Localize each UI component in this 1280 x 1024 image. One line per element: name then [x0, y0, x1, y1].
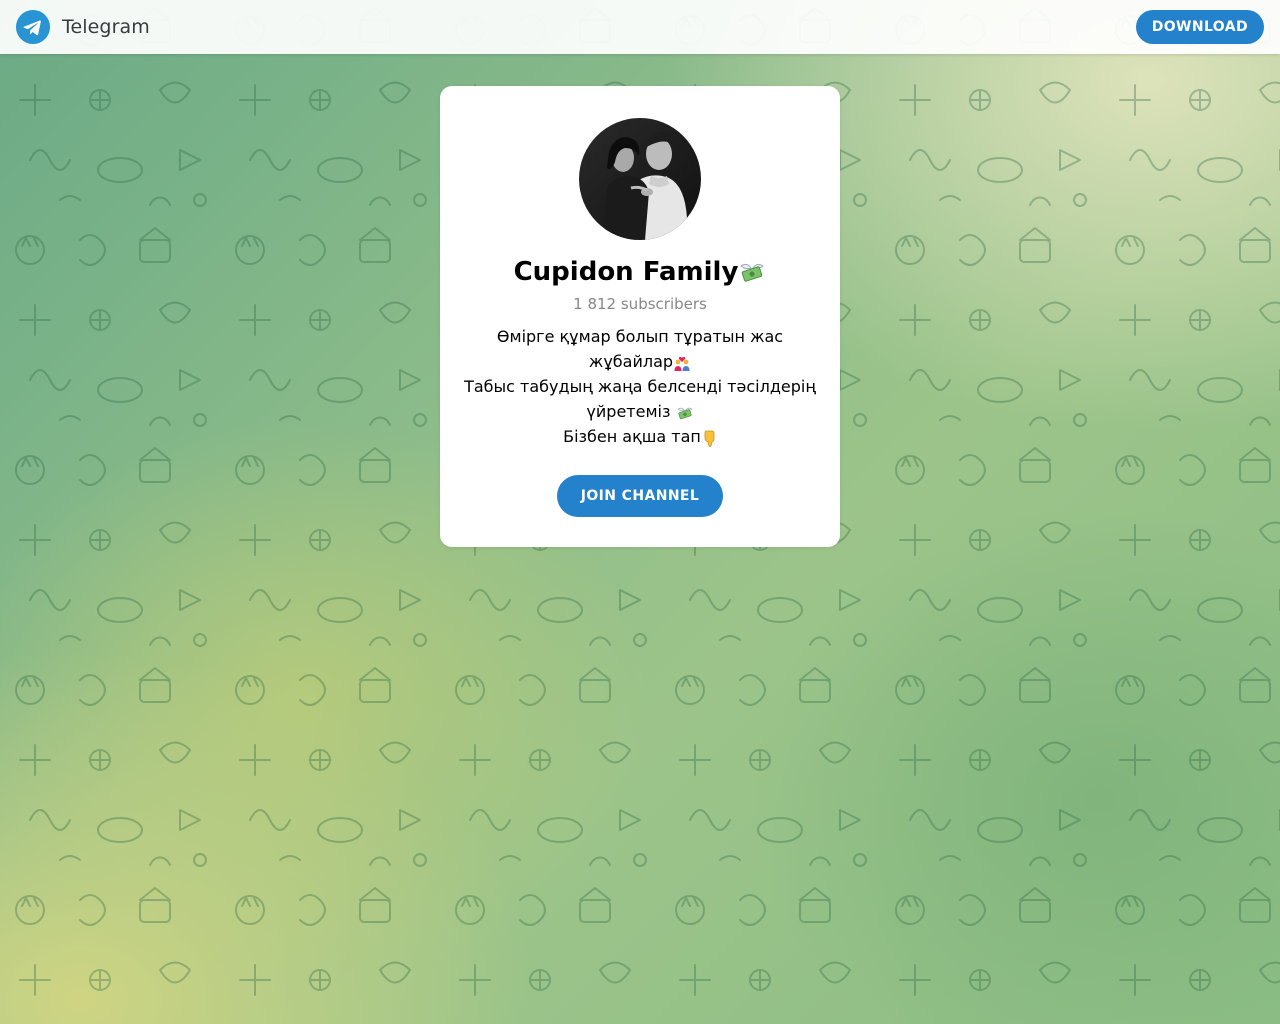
money-with-wings-icon: [740, 263, 765, 282]
telegram-plane-icon: [16, 10, 50, 44]
description-line-2: жұбайлар: [460, 349, 820, 374]
money-with-wings-icon: [676, 407, 693, 419]
couple-with-heart-icon: [674, 356, 690, 371]
channel-title-text: Cupidon Family: [513, 257, 739, 287]
telegram-logo[interactable]: Telegram: [16, 10, 150, 44]
subscriber-count: 1 812 subscribers: [573, 295, 707, 313]
channel-avatar: [579, 118, 701, 240]
pointing-down-icon: [704, 430, 715, 447]
description-line-5: Бізбен ақша тап: [460, 424, 820, 449]
description-line-3: Табыс табудың жаңа белсенді тәсілдерің: [464, 377, 816, 396]
join-channel-button[interactable]: JOIN CHANNEL: [556, 475, 724, 517]
channel-title: Cupidon Family: [440, 256, 840, 288]
description-line-2-text: жұбайлар: [588, 352, 674, 371]
description-line-4: үйретеміз: [460, 399, 820, 424]
channel-card: Cupidon Family 1 812 subscribers Өмірге …: [440, 86, 840, 547]
download-button[interactable]: DOWNLOAD: [1135, 10, 1264, 44]
app-name: Telegram: [62, 16, 150, 38]
top-bar: Telegram DOWNLOAD: [0, 0, 1280, 54]
description-line-5-text: Бізбен ақша тап: [563, 427, 701, 446]
channel-description: Өмірге құмар болып тұратын жас жұбайлар …: [460, 324, 820, 449]
description-line-4-text: үйретеміз: [586, 402, 671, 421]
description-line-1: Өмірге құмар болып тұратын жас: [496, 327, 784, 346]
